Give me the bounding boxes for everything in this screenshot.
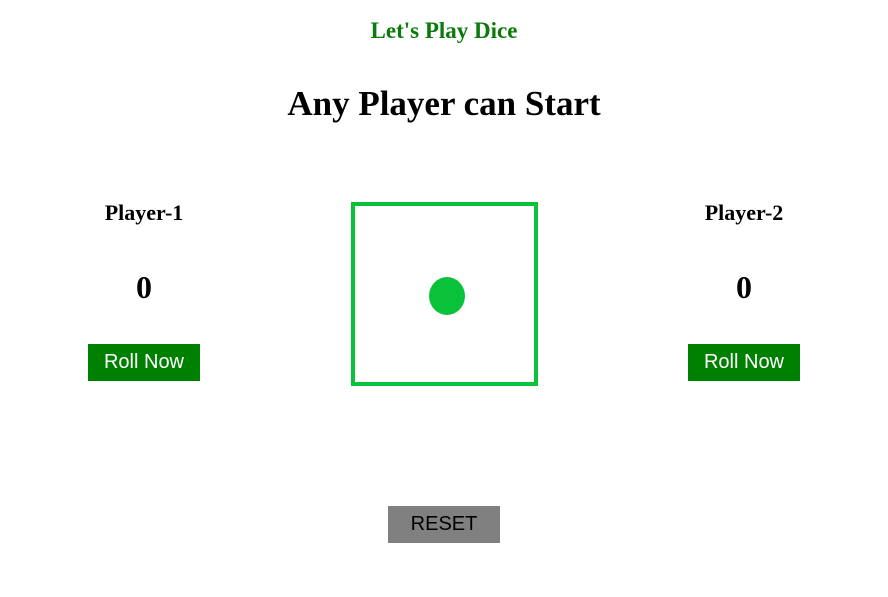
player-2-score: 0 — [736, 269, 752, 305]
player-1-roll-button[interactable]: Roll Now — [88, 344, 200, 381]
player-1-score: 0 — [136, 269, 152, 305]
player-2-name: Player-2 — [704, 200, 784, 225]
game-title: Let's Play Dice — [370, 18, 518, 43]
dice-game: Let's Play Dice Any Player can Start Pla… — [0, 0, 888, 597]
player-1-name: Player-1 — [104, 200, 184, 225]
player-2-panel: Player-2 0 Roll Now — [644, 198, 844, 381]
dice-pip — [429, 277, 465, 315]
reset-button[interactable]: RESET — [388, 506, 500, 543]
dice-face — [351, 202, 538, 386]
player-1-panel: Player-1 0 Roll Now — [44, 198, 244, 381]
status-heading: Any Player can Start — [287, 84, 601, 123]
player-2-roll-button[interactable]: Roll Now — [688, 344, 800, 381]
